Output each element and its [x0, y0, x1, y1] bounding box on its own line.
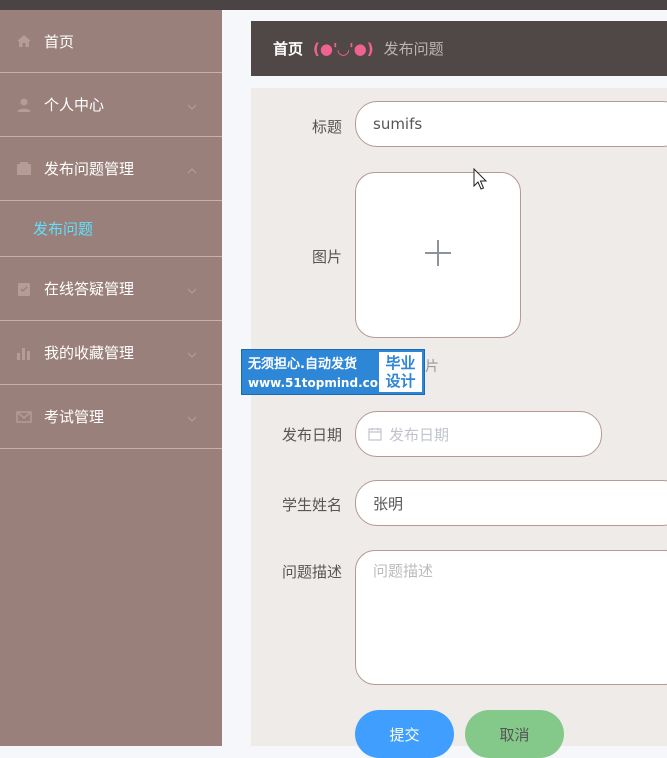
sidebar-item-label: 考试管理: [44, 408, 105, 426]
sidebar: 首页 个人中心 发布问题管理 发布问题 在线答疑管理 我的收藏管理 考试管理: [0, 10, 222, 746]
submit-button[interactable]: 提交: [355, 710, 454, 758]
cancel-button[interactable]: 取消: [465, 710, 564, 758]
question-form: 标题 sumifs 图片 片 发布日期 发布日期 学生姓名 张明 问题描述 问题…: [251, 88, 667, 758]
sidebar-item-label: 在线答疑管理: [44, 280, 135, 298]
clipboard-icon: [16, 281, 32, 297]
student-name-label: 学生姓名: [281, 496, 342, 514]
mail-icon: [16, 409, 32, 425]
date-label: 发布日期: [281, 426, 342, 444]
calendar-icon: [368, 427, 382, 441]
sidebar-item-exam-management[interactable]: 考试管理: [0, 385, 222, 449]
sidebar-item-question-management[interactable]: 发布问题管理: [0, 137, 222, 201]
bar-chart-icon: [16, 345, 32, 361]
chevron-up-icon: [186, 163, 198, 181]
sidebar-subitem-label: 发布问题: [33, 220, 94, 238]
chevron-down-icon: [186, 411, 198, 429]
home-icon: [16, 33, 32, 49]
table-icon: [16, 161, 32, 177]
description-label: 问题描述: [281, 563, 342, 581]
upload-hint: 片: [425, 359, 439, 375]
chevron-down-icon: [186, 99, 198, 117]
title-input[interactable]: sumifs: [355, 101, 667, 147]
title-label: 标题: [311, 118, 342, 136]
watermark-badge-line2: 设计: [385, 372, 416, 390]
sidebar-subitem-publish-question[interactable]: 发布问题: [0, 201, 222, 257]
image-upload-button[interactable]: [355, 172, 521, 338]
mouse-cursor-icon: [473, 167, 489, 196]
user-icon: [16, 97, 32, 113]
top-bar: [0, 0, 667, 10]
student-name-input[interactable]: 张明: [355, 480, 667, 526]
sidebar-item-label: 首页: [44, 32, 75, 51]
student-name-value: 张明: [373, 494, 404, 513]
breadcrumb-current: 发布问题: [383, 40, 444, 58]
sidebar-item-online-qa[interactable]: 在线答疑管理: [0, 257, 222, 321]
description-placeholder: 问题描述: [373, 562, 434, 580]
watermark-badge: 毕业 设计: [379, 352, 422, 392]
sidebar-item-home[interactable]: 首页: [0, 10, 222, 73]
image-label: 图片: [311, 248, 342, 266]
sidebar-item-label: 发布问题管理: [44, 160, 135, 178]
sidebar-item-label: 我的收藏管理: [44, 344, 135, 362]
breadcrumb: 首页 (●'◡'●) 发布问题: [251, 21, 667, 76]
watermark-banner: 无须担心.自动发货 www.51topmind.com 毕业 设计: [241, 349, 425, 395]
sidebar-item-label: 个人中心: [44, 96, 105, 114]
date-placeholder: 发布日期: [389, 425, 450, 444]
date-picker[interactable]: 发布日期: [355, 411, 602, 457]
description-textarea[interactable]: 问题描述: [355, 550, 667, 685]
breadcrumb-home[interactable]: 首页: [273, 38, 303, 59]
chevron-down-icon: [186, 283, 198, 301]
watermark-line1: 无须担心.自动发货: [248, 357, 357, 372]
title-value: sumifs: [373, 115, 423, 133]
breadcrumb-separator: (●'◡'●): [313, 39, 374, 58]
chevron-down-icon: [186, 347, 198, 365]
watermark-url: www.51topmind.com: [248, 376, 391, 390]
submit-label: 提交: [389, 725, 420, 744]
plus-icon: [424, 239, 452, 271]
cancel-label: 取消: [499, 725, 530, 744]
sidebar-item-personal-center[interactable]: 个人中心: [0, 73, 222, 137]
sidebar-item-favorites[interactable]: 我的收藏管理: [0, 321, 222, 385]
watermark-badge-line1: 毕业: [385, 354, 416, 372]
